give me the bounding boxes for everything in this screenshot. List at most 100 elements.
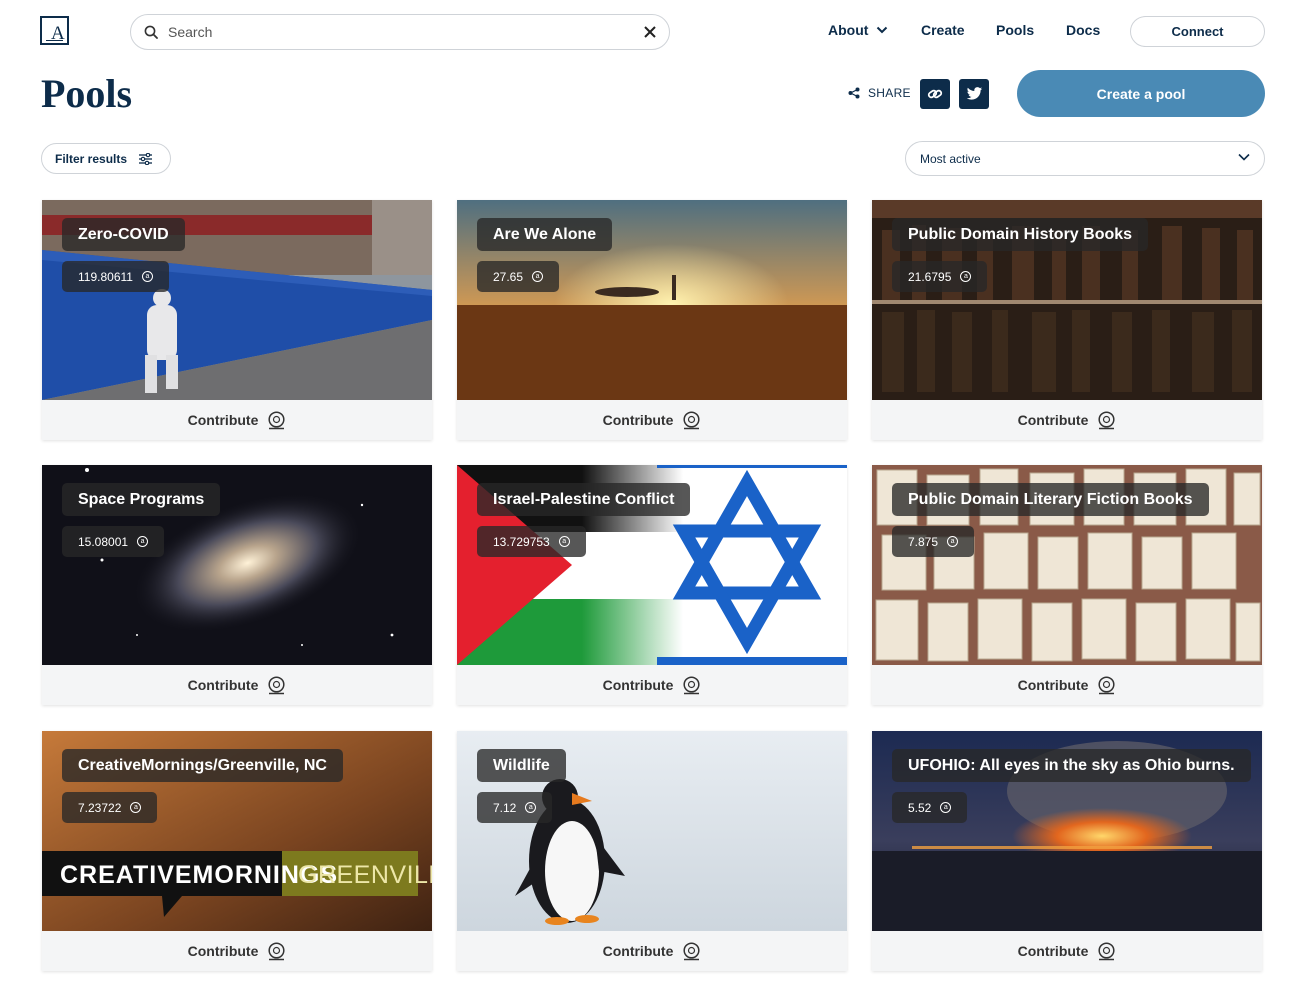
- pool-card[interactable]: CREATIVEMORNINGS GREENVILLE CreativeMorn…: [42, 731, 432, 971]
- pool-card[interactable]: Public Domain Literary Fiction Books 7.8…: [872, 465, 1262, 705]
- link-icon: [927, 89, 943, 99]
- share-icon: [848, 87, 860, 99]
- contribute-label: Contribute: [602, 677, 674, 693]
- sort-selected-value: Most active: [920, 151, 981, 166]
- pool-title: Public Domain Literary Fiction Books: [892, 483, 1209, 516]
- contribute-button[interactable]: Contribute: [872, 400, 1262, 440]
- pool-image: Are We Alone 27.65 a: [457, 200, 847, 400]
- pool-card[interactable]: Public Domain History Books 21.6795 a Con…: [872, 200, 1262, 440]
- contribute-button[interactable]: Contribute: [457, 665, 847, 705]
- pool-value: 7.875 a: [892, 526, 975, 557]
- pool-card[interactable]: UFOHIO: All eyes in the sky as Ohio burn…: [872, 731, 1262, 971]
- pool-image: CREATIVEMORNINGS GREENVILLE CreativeMorn…: [42, 731, 432, 931]
- pool-value: 13.729753 a: [477, 526, 586, 557]
- pool-card[interactable]: Israel-Palestine Conflict 13.729753 a Con…: [457, 465, 847, 705]
- filter-results-button[interactable]: Filter results: [41, 143, 171, 174]
- contribute-label: Contribute: [187, 677, 259, 693]
- contribute-button[interactable]: Contribute: [872, 665, 1262, 705]
- contribute-button[interactable]: Contribute: [457, 931, 847, 971]
- contribute-button[interactable]: Contribute: [42, 931, 432, 971]
- pool-value: 7.12 a: [477, 792, 553, 823]
- twitter-share-button[interactable]: [959, 79, 989, 109]
- pool-image: Israel-Palestine Conflict 13.729753 a: [457, 465, 847, 665]
- pool-title: Israel-Palestine Conflict: [477, 483, 691, 516]
- copy-link-button[interactable]: [920, 79, 950, 109]
- ar-coin-icon: [268, 410, 285, 429]
- pool-title: Zero-COVID: [62, 218, 185, 251]
- create-pool-button[interactable]: Create a pool: [1017, 70, 1265, 117]
- share[interactable]: SHARE: [848, 86, 911, 100]
- ar-coin-icon: [1098, 410, 1115, 429]
- ar-coin-icon: [683, 675, 700, 694]
- nav-create[interactable]: Create: [921, 22, 965, 38]
- nav-about[interactable]: About: [828, 22, 888, 38]
- search-bar[interactable]: [130, 14, 670, 50]
- ar-icon: a: [558, 536, 570, 547]
- pool-card[interactable]: Wildlife 7.12 a Contribute: [457, 731, 847, 971]
- contribute-label: Contribute: [1017, 943, 1089, 959]
- search-input[interactable]: [168, 24, 644, 40]
- pool-image: UFOHIO: All eyes in the sky as Ohio burn…: [872, 731, 1262, 931]
- contribute-label: Contribute: [602, 412, 674, 428]
- ar-icon: a: [532, 271, 544, 282]
- pool-image: Wildlife 7.12 a: [457, 731, 847, 931]
- ar-icon: a: [137, 536, 149, 547]
- ar-coin-icon: [1098, 675, 1115, 694]
- nav-pools[interactable]: Pools: [996, 22, 1034, 38]
- image-text-greenville: GREENVILLE: [298, 861, 432, 889]
- twitter-icon: [966, 87, 982, 100]
- sort-select[interactable]: Most active: [905, 141, 1265, 176]
- logo[interactable]: A: [40, 16, 69, 45]
- ar-coin-icon: [683, 410, 700, 429]
- sliders-icon: [139, 152, 153, 165]
- chevron-down-icon: [877, 26, 888, 34]
- pool-value-amount: 7.12: [493, 800, 517, 815]
- pool-card[interactable]: Zero-COVID 119.80611 a Contribute: [42, 200, 432, 440]
- pool-value-amount: 7.875: [908, 534, 939, 549]
- chevron-down-icon: [1238, 153, 1250, 161]
- pool-value: 21.6795 a: [892, 261, 988, 292]
- pool-value-amount: 13.729753: [493, 534, 550, 549]
- pool-card[interactable]: Are We Alone 27.65 a Contribute: [457, 200, 847, 440]
- contribute-button[interactable]: Contribute: [457, 400, 847, 440]
- pool-value: 15.08001 a: [62, 526, 165, 557]
- ar-icon: a: [130, 802, 142, 813]
- nav-pools-label: Pools: [996, 22, 1035, 38]
- ar-icon: a: [525, 802, 537, 813]
- page-title: Pools: [41, 71, 133, 116]
- pool-value-amount: 7.23722: [78, 800, 122, 815]
- pool-title: Wildlife: [477, 749, 566, 782]
- pool-image: Space Programs 15.08001 a: [42, 465, 432, 665]
- filter-results-label: Filter results: [55, 151, 128, 166]
- ar-icon: a: [947, 536, 959, 547]
- close-icon[interactable]: [644, 26, 656, 38]
- ar-coin-icon: [683, 941, 700, 960]
- pool-value: 27.65 a: [477, 261, 560, 292]
- ar-icon: a: [141, 271, 153, 282]
- nav-about-label: About: [828, 22, 869, 38]
- contribute-label: Contribute: [1017, 677, 1089, 693]
- contribute-button[interactable]: Contribute: [872, 931, 1262, 971]
- search-icon: [144, 25, 158, 39]
- ar-icon: a: [940, 802, 952, 813]
- nav-docs[interactable]: Docs: [1066, 22, 1100, 38]
- contribute-label: Contribute: [187, 943, 259, 959]
- ar-coin-icon: [268, 941, 285, 960]
- contribute-label: Contribute: [602, 943, 674, 959]
- pool-title: Space Programs: [62, 483, 221, 516]
- pool-title: UFOHIO: All eyes in the sky as Ohio burn…: [892, 749, 1251, 782]
- pool-image: Zero-COVID 119.80611 a: [42, 200, 432, 400]
- connect-button[interactable]: Connect: [1130, 16, 1265, 47]
- pool-image: Public Domain History Books 21.6795 a: [872, 200, 1262, 400]
- ar-icon: a: [960, 271, 972, 282]
- pool-value-amount: 27.65: [493, 269, 524, 284]
- pool-value: 5.52 a: [892, 792, 968, 823]
- contribute-label: Contribute: [1017, 412, 1089, 428]
- share-label: SHARE: [868, 86, 911, 100]
- contribute-button[interactable]: Contribute: [42, 400, 432, 440]
- pool-title: CreativeMornings/Greenville, NC: [62, 749, 343, 782]
- pool-card[interactable]: Space Programs 15.08001 a Contribute: [42, 465, 432, 705]
- ar-coin-icon: [268, 675, 285, 694]
- ar-coin-icon: [1098, 941, 1115, 960]
- contribute-button[interactable]: Contribute: [42, 665, 432, 705]
